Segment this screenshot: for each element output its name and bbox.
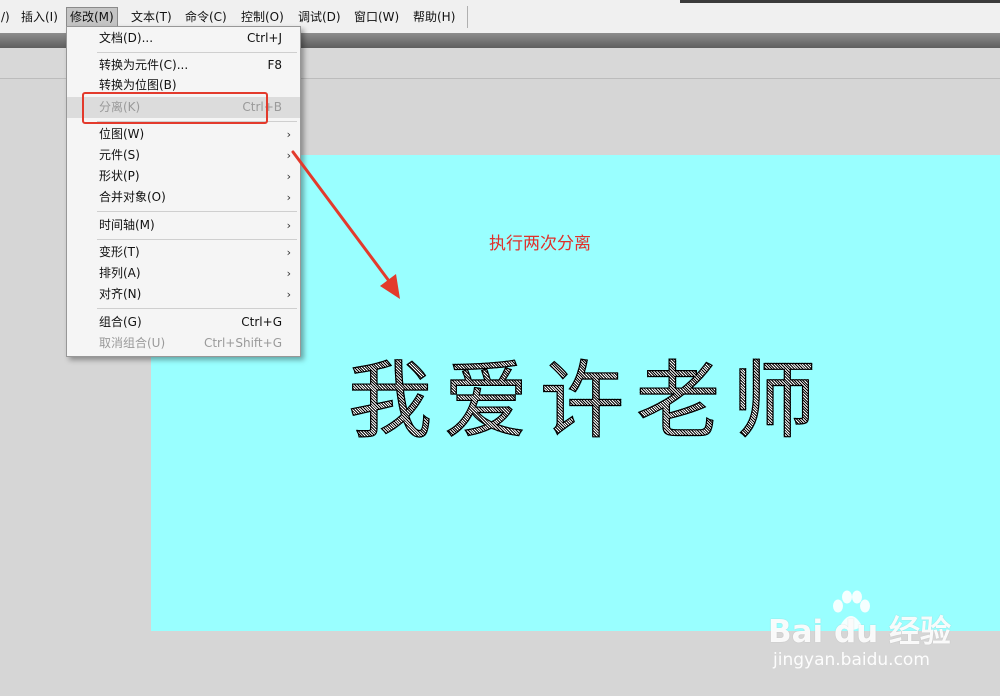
annotation-arrow-icon [291,150,400,299]
